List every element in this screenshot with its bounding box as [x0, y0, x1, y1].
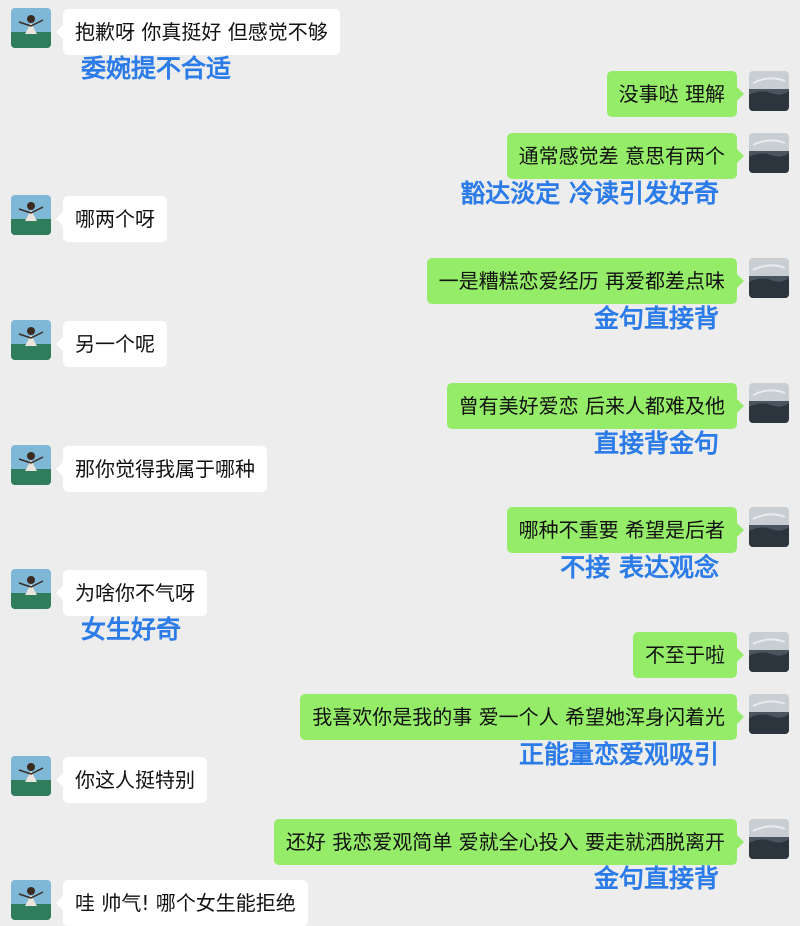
- self-avatar-icon[interactable]: [749, 507, 789, 547]
- self-avatar-icon[interactable]: [749, 258, 789, 298]
- self-avatar-icon[interactable]: [749, 632, 789, 672]
- annotation-label: 不接 表达观念: [560, 553, 719, 582]
- incoming-message[interactable]: 抱歉呀 你真挺好 但感觉不够: [56, 9, 340, 55]
- outgoing-message[interactable]: 没事哒 理解: [606, 71, 745, 117]
- outgoing-message[interactable]: 还好 我恋爱观简单 爱就全心投入 要走就洒脱离开: [273, 819, 745, 865]
- annotation-label: 女生好奇: [81, 615, 182, 644]
- chat-conversation: 抱歉呀 你真挺好 但感觉不够 委婉提不合适 没事哒 理解 通常感觉差 意思有两个…: [0, 0, 800, 926]
- incoming-message[interactable]: 哇 帅气! 哪个女生能拒绝: [56, 880, 308, 926]
- self-avatar-icon[interactable]: [749, 694, 789, 734]
- incoming-message[interactable]: 哪两个呀: [56, 196, 167, 242]
- contact-avatar-icon[interactable]: [11, 195, 51, 235]
- incoming-message[interactable]: 另一个呢: [56, 321, 167, 367]
- outgoing-message[interactable]: 哪种不重要 希望是后者: [506, 507, 745, 553]
- contact-avatar-icon[interactable]: [11, 756, 51, 796]
- contact-avatar-icon[interactable]: [11, 320, 51, 360]
- annotation-label: 正能量恋爱观吸引: [518, 740, 719, 769]
- self-avatar-icon[interactable]: [749, 819, 789, 859]
- annotation-label: 金句直接背: [593, 304, 719, 333]
- outgoing-message[interactable]: 我喜欢你是我的事 爱一个人 希望她浑身闪着光: [300, 694, 744, 740]
- self-avatar-icon[interactable]: [749, 71, 789, 111]
- incoming-message[interactable]: 你这人挺特别: [56, 757, 207, 803]
- contact-avatar-icon[interactable]: [11, 569, 51, 609]
- contact-avatar-icon[interactable]: [11, 445, 51, 485]
- annotation-label: 委婉提不合适: [81, 54, 232, 83]
- contact-avatar-icon[interactable]: [11, 8, 51, 48]
- self-avatar-icon[interactable]: [749, 133, 789, 173]
- outgoing-message[interactable]: 一是糟糕恋爱经历 再爱都差点味: [426, 258, 745, 304]
- outgoing-message[interactable]: 通常感觉差 意思有两个: [506, 133, 745, 179]
- outgoing-message[interactable]: 曾有美好爱恋 后来人都难及他: [446, 383, 745, 429]
- incoming-message[interactable]: 为啥你不气呀: [56, 570, 207, 616]
- annotation-label: 直接背金句: [593, 429, 719, 458]
- incoming-message[interactable]: 那你觉得我属于哪种: [56, 446, 267, 492]
- outgoing-message[interactable]: 不至于啦: [633, 632, 744, 678]
- annotation-label: 豁达淡定 冷读引发好奇: [460, 179, 719, 208]
- contact-avatar-icon[interactable]: [11, 880, 51, 920]
- annotation-label: 金句直接背: [593, 864, 719, 893]
- self-avatar-icon[interactable]: [749, 383, 789, 423]
